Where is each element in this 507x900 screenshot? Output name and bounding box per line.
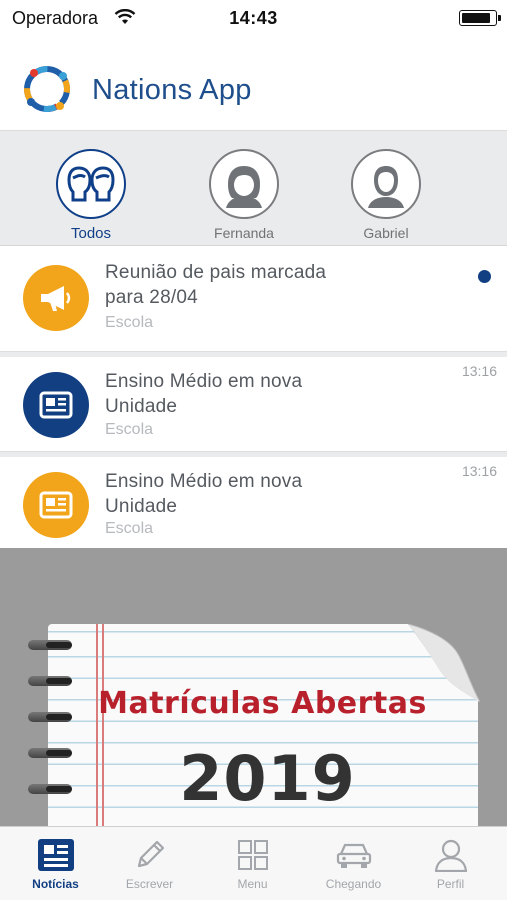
feed-time: 13:16 — [461, 463, 497, 479]
app-logo-icon — [20, 62, 74, 116]
newspaper-icon — [23, 472, 89, 538]
tab-label: Notícias — [32, 877, 79, 891]
feed-category: Escola — [105, 520, 154, 537]
megaphone-icon — [23, 265, 89, 331]
feed-title: Ensino Médio em nova Unidade — [105, 371, 303, 417]
feed-item[interactable]: Ensino Médio em nova Unidade Escola 13:1… — [0, 457, 507, 549]
banner-title: Matrículas Abertas — [98, 686, 427, 721]
banner-year: 2019 — [179, 742, 356, 815]
group-avatar-icon — [56, 149, 126, 219]
profile-name: Gabriel — [363, 225, 409, 241]
tab-escrever[interactable]: Escrever — [99, 827, 200, 900]
app-header: Nations App — [0, 38, 507, 130]
enrollment-banner[interactable]: Matrículas Abertas 2019 — [0, 548, 507, 830]
profile-selector: Todos Fernanda Gabriel — [0, 130, 507, 246]
feed-time: 13:16 — [461, 363, 497, 379]
tab-perfil[interactable]: Perfil — [400, 827, 501, 900]
profile-gabriel[interactable]: Gabriel — [331, 149, 441, 241]
profile-name: Todos — [70, 225, 112, 242]
unread-indicator — [478, 270, 491, 283]
bottom-tab-bar: Notícias Escrever Menu Chegando Perfil — [0, 826, 507, 900]
profile-fernanda[interactable]: Fernanda — [189, 149, 299, 241]
car-icon — [334, 837, 374, 873]
spiral-ring — [28, 676, 72, 686]
tab-label: Perfil — [436, 877, 465, 891]
tab-menu[interactable]: Menu — [202, 827, 303, 900]
profile-name: Fernanda — [214, 225, 274, 241]
spiral-ring — [28, 640, 72, 650]
status-bar: Operadora 14:43 — [0, 0, 507, 38]
female-avatar-icon — [209, 149, 279, 219]
news-icon — [36, 837, 76, 873]
newspaper-icon — [23, 372, 89, 438]
tab-noticias[interactable]: Notícias — [5, 827, 106, 900]
app-title: Nations App — [92, 74, 252, 106]
grid-icon — [233, 837, 273, 873]
tab-label: Chegando — [325, 877, 382, 891]
feed-title: Ensino Médio em nova Unidade — [105, 471, 303, 517]
battery-icon — [459, 10, 501, 26]
tab-chegando[interactable]: Chegando — [303, 827, 404, 900]
tab-label: Escrever — [125, 877, 174, 891]
feed-category: Escola — [105, 421, 154, 438]
feed-category: Escola — [105, 314, 154, 331]
profile-todos[interactable]: Todos — [36, 149, 146, 242]
feed-title: Reunião de pais marcada para 28/04 — [105, 262, 327, 308]
pencil-icon — [130, 837, 170, 873]
feed-item[interactable]: Ensino Médio em nova Unidade Escola 13:1… — [0, 357, 507, 451]
person-icon — [431, 837, 471, 873]
status-time: 14:43 — [229, 8, 278, 28]
male-avatar-icon — [351, 149, 421, 219]
tab-label: Menu — [237, 877, 268, 891]
feed-item[interactable]: Reunião de pais marcada para 28/04 Escol… — [0, 247, 507, 352]
